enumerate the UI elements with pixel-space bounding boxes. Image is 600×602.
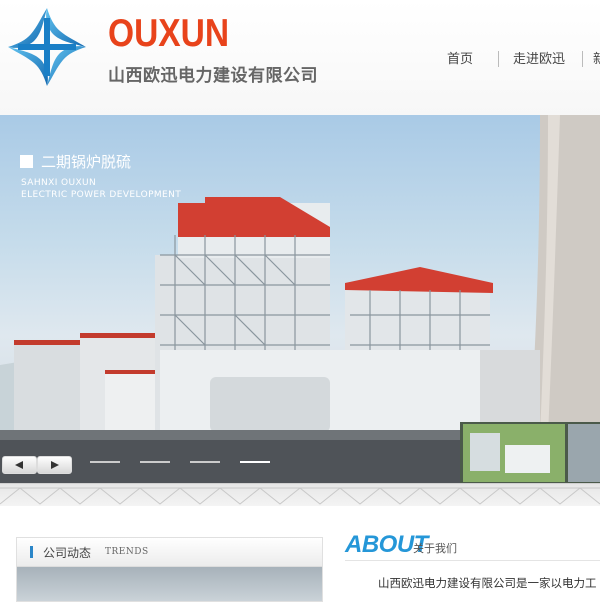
arrow-left-icon	[15, 461, 23, 469]
slider-dot[interactable]	[90, 461, 120, 463]
about-heading-cn: 关于我们	[413, 542, 457, 555]
banner-square-marker	[20, 155, 33, 168]
hero-banner[interactable]: 二期锅炉脱硫 SAHNXI OUXUN ELECTRIC POWER DEVEL…	[0, 115, 600, 483]
banner-title: 二期锅炉脱硫	[20, 151, 131, 172]
nav-item-about[interactable]: 走进欧迅	[513, 48, 565, 67]
slider-dot-active[interactable]	[240, 461, 270, 463]
slider-next-button[interactable]	[37, 456, 72, 474]
banner-subtitle-line1: SAHNXI OUXUN	[21, 178, 97, 188]
news-tag: TRENDS	[105, 547, 149, 557]
slider-arrows	[2, 456, 72, 474]
banner-title-text: 二期锅炉脱硫	[41, 153, 132, 171]
fence-pattern	[0, 487, 600, 505]
brand-name-cn: 山西欧迅电力建设有限公司	[108, 66, 318, 86]
news-title[interactable]: 公司动态	[43, 544, 91, 561]
news-thumbnail[interactable]	[17, 567, 322, 601]
site-header: OUXUN 山西欧迅电力建设有限公司 首页 走进欧迅 新	[0, 0, 600, 115]
banner-subtitle-line2: ELECTRIC POWER DEVELOPMENT	[21, 190, 182, 200]
news-panel-header: 公司动态 TRENDS	[17, 538, 322, 567]
nav-divider	[498, 51, 499, 67]
nav-divider	[582, 51, 583, 67]
nav-item-home[interactable]: 首页	[447, 48, 473, 67]
about-divider	[345, 560, 600, 561]
decorative-fence	[0, 483, 600, 506]
brand-name-en: OUXUN	[108, 12, 230, 55]
slider-dot[interactable]	[140, 461, 170, 463]
company-logo-icon[interactable]	[4, 4, 90, 90]
about-text: 山西欧迅电力建设有限公司是一家以电力工	[378, 576, 597, 590]
arrow-right-icon	[51, 461, 59, 469]
news-title-marker	[30, 546, 33, 558]
slider-prev-button[interactable]	[2, 456, 37, 474]
nav-item-news[interactable]: 新	[593, 48, 600, 67]
news-panel: 公司动态 TRENDS	[16, 537, 323, 602]
slider-dot[interactable]	[190, 461, 220, 463]
